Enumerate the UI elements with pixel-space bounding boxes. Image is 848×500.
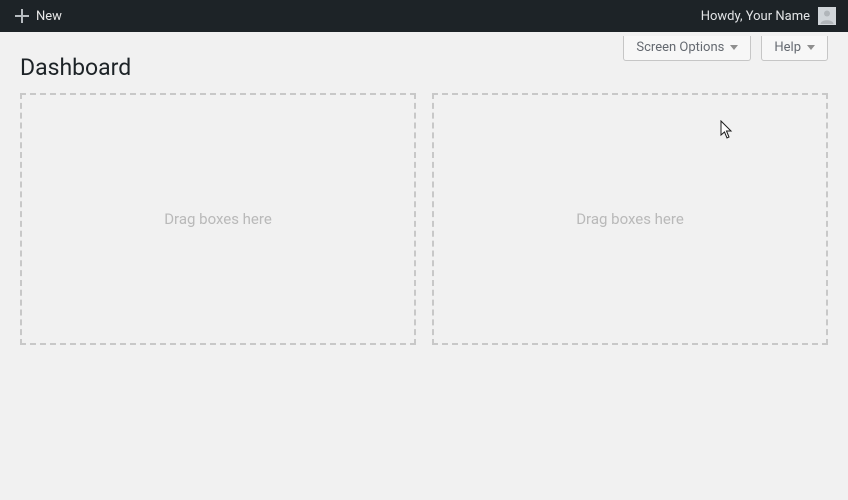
- help-label: Help: [774, 40, 801, 55]
- drop-zone-right[interactable]: Drag boxes here: [432, 93, 828, 345]
- meta-box-row: Drag boxes here Drag boxes here: [20, 93, 828, 345]
- contextual-buttons: Screen Options Help: [623, 36, 828, 61]
- drop-zone-right-placeholder: Drag boxes here: [576, 210, 684, 228]
- screen-options-button[interactable]: Screen Options: [623, 36, 751, 61]
- howdy-text: Howdy, Your Name: [701, 9, 810, 24]
- admin-bar-left: New: [6, 0, 70, 32]
- caret-down-icon: [807, 45, 815, 50]
- content-wrap: Screen Options Help Dashboard Drag boxes…: [0, 32, 848, 345]
- drop-zone-left-placeholder: Drag boxes here: [164, 210, 272, 228]
- new-content-label: New: [36, 9, 62, 24]
- admin-bar-right: Howdy, Your Name: [693, 0, 840, 32]
- account-menu[interactable]: Howdy, Your Name: [693, 0, 840, 32]
- caret-down-icon: [730, 45, 738, 50]
- avatar: [818, 7, 836, 25]
- help-button[interactable]: Help: [761, 36, 828, 61]
- plus-icon: [14, 8, 30, 24]
- new-content-menu[interactable]: New: [6, 0, 70, 32]
- screen-options-label: Screen Options: [636, 40, 724, 55]
- drop-zone-left[interactable]: Drag boxes here: [20, 93, 416, 345]
- admin-bar: New Howdy, Your Name: [0, 0, 848, 32]
